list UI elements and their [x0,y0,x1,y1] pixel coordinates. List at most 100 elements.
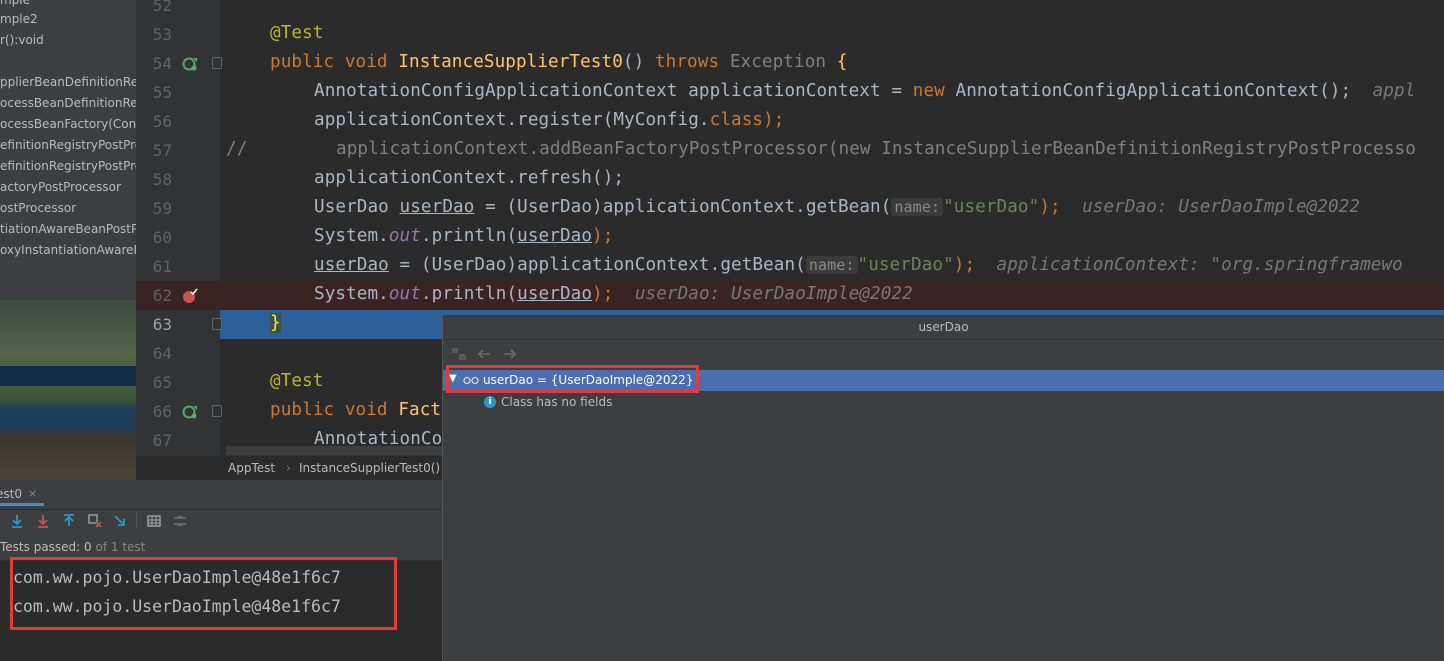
keyword: void [344,400,388,420]
line-number: 63 [152,315,172,334]
line-number: 66 [152,402,172,421]
variable-tree-child[interactable]: i Class has no fields [443,393,843,413]
code-token: = (UserDao)applicationContext.getBean( [474,197,892,217]
structure-item[interactable]: efinitionRegistryPostPro [0,135,136,155]
close-icon[interactable]: × [28,487,37,500]
code-line: 57 // applicationContext.addBeanFactoryP… [136,136,1444,165]
code-token: applicationContext.register(MyConfig. [314,110,710,130]
code-text: applicationContext.register(MyConfig.cla… [314,110,784,130]
breadcrumb-separator: › [286,461,291,475]
hierarchy-icon[interactable] [451,347,467,361]
debug-evaluate-popup: userDao ▼ userDao = {UserDaoImple@2022} … [442,315,1444,661]
line-number: 61 [152,257,172,276]
code-line: 59 UserDao userDao = (UserDao)applicatio… [136,194,1444,223]
rerun-failed-icon[interactable] [87,513,103,529]
structure-item[interactable]: mple2 [0,9,38,29]
code-text: AnnotationConfigApplicationContext appli… [314,81,1415,101]
keyword: public [270,52,335,72]
line-number: 54 [152,54,172,73]
export-icon[interactable] [35,513,51,529]
popup-title: userDao [443,315,1444,340]
toolbar-divider [136,513,137,529]
keyword: public [270,400,335,420]
structure-item[interactable]: ocessBeanFactory(Config [0,114,136,134]
code-line: 56 applicationContext.register(MyConfig.… [136,107,1444,136]
code-text: @Test [270,371,323,391]
highlight-box [10,557,397,630]
line-number: 58 [152,170,172,189]
keyword: void [344,52,388,72]
method-name: InstanceSupplierTest0 [398,52,623,72]
code-line: 54 public void InstanceSupplierTest0() t… [136,49,1444,78]
structure-item[interactable]: r():void [0,30,44,50]
code-line: 52 [136,0,1444,20]
tests-status: Tests passed: 0 of 1 test [0,540,145,554]
highlight-box [446,365,699,393]
static-field: out [388,284,421,304]
code-token: ); [763,110,785,130]
jump-to-source-icon[interactable] [113,513,129,529]
structure-item[interactable]: tiationAwareBeanPostPr [0,219,136,239]
code-token: .println( [420,284,518,304]
structure-item[interactable]: pplierBeanDefinitionReg [0,72,136,92]
method-name: Fact [398,400,442,420]
breadcrumb-class[interactable]: AppTest [228,461,275,475]
info-icon: i [484,396,496,408]
code-text: public void InstanceSupplierTest0() thro… [270,52,847,72]
line-number: 59 [152,199,172,218]
no-fields-label: Class has no fields [501,395,613,409]
sort-down-icon[interactable] [9,513,25,529]
exception-type: Exception [729,52,827,72]
line-number: 55 [152,83,172,102]
line-number: 67 [152,431,172,450]
breakpoint-icon[interactable] [182,288,198,304]
code-line: 58 applicationContext.refresh(); [136,165,1444,194]
code-token: ); [1039,197,1061,217]
fold-marker-icon[interactable] [212,318,222,330]
code-line: 53 @Test [136,20,1444,49]
collapse-icon[interactable] [172,513,188,529]
breakpoint-line: 62 System.out.println(userDao); userDao:… [136,281,1444,310]
tests-total: of 1 test [95,540,146,554]
structure-item[interactable]: ocessBeanDefinitionRegi [0,93,136,113]
fold-marker-icon[interactable] [212,57,222,69]
code-line: 60 System.out.println(userDao); [136,223,1444,252]
string-literal: "userDao" [857,255,954,275]
structure-item[interactable]: ostProcessor [0,198,76,218]
code-text: public void Fact [270,400,441,420]
run-tab[interactable]: est0 × [0,482,44,506]
parameter-hint: name: [805,256,858,274]
run-test-icon[interactable] [182,404,198,420]
variable: userDao [314,255,389,275]
structure-item[interactable]: actoryPostProcessor [0,177,121,197]
code-token: System. [314,284,389,304]
code-text: applicationContext.refresh(); [314,168,625,188]
tests-passed-count: 0 [84,540,92,554]
static-field: out [388,226,421,246]
forward-arrow-icon[interactable] [502,347,518,361]
back-arrow-icon[interactable] [476,347,492,361]
breadcrumb: AppTest › InstanceSupplierTest0() [136,455,442,480]
structure-selection-band [0,366,136,386]
table-icon[interactable] [146,513,162,529]
code-token: UserDao [314,197,400,217]
horizontal-scrollbar[interactable] [226,446,442,455]
code-text: System.out.println(userDao); userDao: Us… [314,284,913,304]
run-panel: est0 × Tests passed: 0 of 1 test com.ww.… [0,480,442,661]
run-test-icon[interactable] [182,56,198,72]
code-token: () [622,52,645,72]
structure-item[interactable]: efinitionRegistryPostPro [0,156,136,176]
commented-code: applicationContext.addBeanFactoryPostPro… [336,139,1416,159]
line-number: 57 [152,141,172,160]
variable: userDao [517,226,593,246]
structure-item[interactable]: oxyInstantiationAwareBe [0,240,136,260]
fold-marker-icon[interactable] [212,405,222,417]
code-token: System. [314,226,389,246]
code-token: ); [953,255,976,275]
structure-panel: mple mple2 r():void pplierBeanDefinition… [0,0,136,480]
import-icon[interactable] [61,513,77,529]
string-literal: "userDao" [943,197,1040,217]
popup-toolbar [443,343,1444,365]
code-line: 55 AnnotationConfigApplicationContext ap… [136,78,1444,107]
breadcrumb-method[interactable]: InstanceSupplierTest0() [299,461,440,475]
